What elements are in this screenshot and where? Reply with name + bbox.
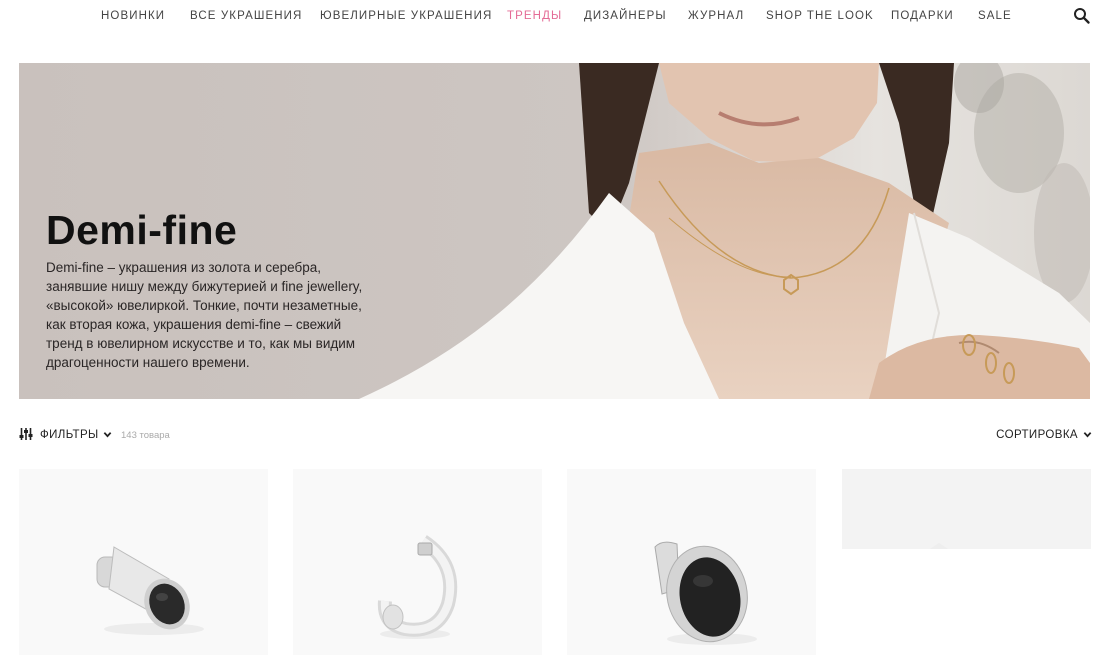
product-image xyxy=(842,469,1091,655)
filter-sliders-icon[interactable] xyxy=(19,427,33,441)
listing-toolbar: ФИЛЬТРЫ 143 товара СОРТИРОВКА xyxy=(19,425,1092,445)
nav-item-gifts[interactable]: ПОДАРКИ xyxy=(891,10,954,22)
sort-button[interactable]: СОРТИРОВКА xyxy=(996,429,1078,441)
nav-item-fine-jewelry[interactable]: ЮВЕЛИРНЫЕ УКРАШЕНИЯ xyxy=(320,10,492,22)
nav-item-designers[interactable]: ДИЗАЙНЕРЫ xyxy=(584,10,667,22)
hero-banner: Demi-fine Demi-fine – украшения из золот… xyxy=(19,63,1090,399)
nav-item-trends[interactable]: ТРЕНДЫ xyxy=(507,10,562,22)
nav-item-journal[interactable]: ЖУРНАЛ xyxy=(688,10,744,22)
chevron-down-icon[interactable] xyxy=(103,430,112,439)
product-card[interactable] xyxy=(293,469,542,655)
product-card[interactable] xyxy=(567,469,816,655)
hero-title: Demi-fine xyxy=(46,207,238,253)
chevron-down-icon[interactable] xyxy=(1083,430,1092,439)
nav-item-shop-the-look[interactable]: SHOP THE LOOK xyxy=(766,10,874,22)
product-card[interactable] xyxy=(19,469,268,655)
filters-button[interactable]: ФИЛЬТРЫ xyxy=(40,429,99,441)
nav-item-sale[interactable]: SALE xyxy=(978,10,1012,22)
search-icon[interactable] xyxy=(1073,7,1091,25)
top-navigation: НОВИНКИ ВСЕ УКРАШЕНИЯ ЮВЕЛИРНЫЕ УКРАШЕНИ… xyxy=(0,0,1104,34)
product-image xyxy=(654,541,757,645)
product-card[interactable] xyxy=(842,469,1091,655)
nav-item-all-jewelry[interactable]: ВСЕ УКРАШЕНИЯ xyxy=(190,10,302,22)
product-count: 143 товара xyxy=(121,430,170,441)
nav-item-new[interactable]: НОВИНКИ xyxy=(101,10,165,22)
product-image xyxy=(96,546,204,635)
hero-description: Demi-fine – украшения из золота и серебр… xyxy=(46,260,363,370)
product-image xyxy=(377,535,458,639)
